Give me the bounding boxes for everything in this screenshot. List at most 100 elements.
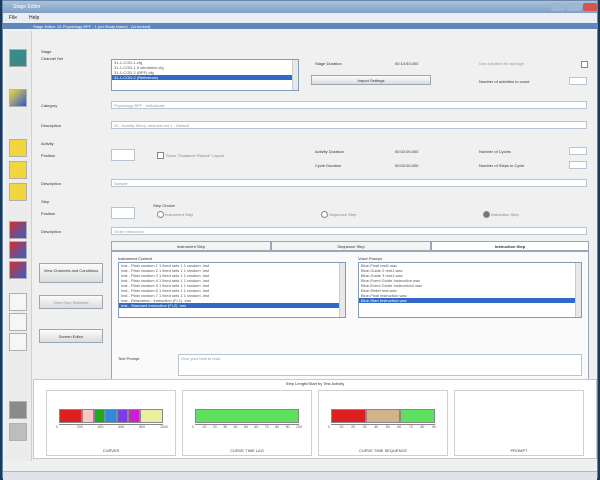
close-button[interactable] <box>583 3 597 11</box>
chart-box-1: 0 200 400 600 800 1000 CURVES <box>46 390 176 456</box>
stage-description-field[interactable]: 31 - Activity Sleep, stimulus set 1 - De… <box>111 121 587 129</box>
step-label: Step <box>41 199 50 204</box>
chart-tick-label: 0 <box>328 425 330 429</box>
stage-tool-button[interactable] <box>9 49 27 67</box>
chart-bar-segment <box>59 409 83 423</box>
step-description-field[interactable]: Order Instruction <box>111 227 587 235</box>
instrument-step-option: Instrument Step <box>165 212 194 217</box>
maximize-button[interactable] <box>567 3 581 11</box>
tab-sequence-step[interactable]: Sequence Step <box>271 241 431 251</box>
cycle-duration-label: Cycle Duration <box>315 163 342 168</box>
activity-label: Activity <box>41 141 54 146</box>
num-activities-field[interactable] <box>569 77 587 85</box>
instruction-step-radio[interactable] <box>483 211 490 218</box>
edit-tool-button[interactable] <box>9 89 27 107</box>
voice-list-scrollbar[interactable] <box>575 263 581 317</box>
paste-tool-button[interactable] <box>9 333 27 351</box>
use-activities-checkbox[interactable] <box>581 61 588 68</box>
window-title: Stage Editor <box>13 4 41 10</box>
chart-tick-label: 70 <box>408 425 413 429</box>
chart-bar-segment <box>116 409 129 423</box>
step-add-button[interactable] <box>9 221 27 239</box>
left-toolbar <box>5 31 32 461</box>
instrument-content-label: Instrument Content <box>118 256 153 261</box>
list-item[interactable]: Inst - Standard Instruction (Fi-2) .inst <box>119 303 345 308</box>
chart-box-2: 0 10 20 30 40 50 60 70 80 90 100 CURVE TIME LAG <box>182 390 312 456</box>
list-item[interactable]: 31-1-COD-2 (Reference) <box>112 75 298 80</box>
tab-instruction-step[interactable]: Instruction Step <box>431 241 589 251</box>
chart-bar-segment <box>105 409 117 423</box>
instruction-step-panel: Instrument Content Inst - Plain random 1… <box>111 251 589 391</box>
step-remove-button[interactable] <box>9 261 27 279</box>
tab-instrument-step[interactable]: Instrument Step <box>111 241 271 251</box>
view-step-statistics-button[interactable]: View Step Statistics <box>39 295 103 309</box>
chart-tick-label: 80 <box>420 425 425 429</box>
num-steps-label: Number of Steps in Cycle <box>479 163 525 168</box>
activity-position-stepper[interactable] <box>111 149 135 161</box>
step-position-stepper[interactable] <box>111 207 135 219</box>
activity-edit-button[interactable] <box>9 161 27 179</box>
chart-title: CURVE TIME SEQUENCE <box>358 448 408 453</box>
chart-tick-label: 10 <box>339 425 344 429</box>
num-activities-label: Number of activities to count <box>479 79 530 84</box>
activity-add-button[interactable] <box>9 139 27 157</box>
import-settings-button[interactable]: Import Settings <box>311 75 431 85</box>
chart-box-3: 0 10 20 30 40 50 60 70 80 90 CURVE TIME SEQUENCE <box>318 390 448 456</box>
step-description-label: Description <box>41 229 62 234</box>
instrument-step-radio[interactable] <box>157 211 164 218</box>
step-tab-strip: Instrument Step Sequence Step Instructio… <box>111 241 589 251</box>
chart-axis <box>331 424 435 425</box>
screen-editor-button[interactable]: Screen Editor <box>39 329 103 343</box>
chart-tick-label: 600 <box>118 425 125 429</box>
refresh-tool-button[interactable] <box>9 313 27 331</box>
step-length-charts: Step Length/Start by Test Activity 0 200 4… <box>33 379 597 459</box>
num-cycles-label: Number of Cycles <box>479 149 511 154</box>
menu-file[interactable]: File <box>9 15 17 21</box>
channel-set-list[interactable]: 31-1-COD-1.cfg 31-1-COD-1.5 stimlation.c… <box>111 59 299 91</box>
chart-tick-label: 70 <box>264 425 269 429</box>
category-field[interactable]: Physiology BPF - Individuals <box>111 101 587 109</box>
chart-tick-label: 50 <box>385 425 390 429</box>
chart-tick-label: 200 <box>76 425 83 429</box>
cycle-duration-value: 00:02:00.000 <box>395 163 419 168</box>
instrument-content-list[interactable]: Inst - Plain random 1 1 fixed sets 1 1 r… <box>118 262 346 318</box>
stage-label: Stage <box>41 49 52 54</box>
chart-tick-label: 90 <box>432 425 436 429</box>
show-layout-checkbox[interactable] <box>157 152 164 159</box>
activity-remove-button[interactable] <box>9 183 27 201</box>
chart-tick-label: 400 <box>97 425 104 429</box>
chart-tick-label: 60 <box>254 425 259 429</box>
sequence-step-radio[interactable] <box>321 211 328 218</box>
chart-tick-label: 30 <box>362 425 367 429</box>
charts-title: Step Length/Start by Test Activity <box>285 381 345 386</box>
instrument-list-scrollbar[interactable] <box>339 263 345 317</box>
instruction-step-option: Instruction Step <box>491 212 519 217</box>
num-steps-field[interactable] <box>569 161 587 169</box>
step-position-label: Position <box>41 211 56 216</box>
minimize-button[interactable] <box>551 3 565 11</box>
voice-prompt-list[interactable]: Blue-Final rest1.wav Blue-Guide 2 rest1.… <box>358 262 582 318</box>
menu-help[interactable]: Help <box>29 15 39 21</box>
list-item[interactable]: Blue-Start Instruction.wav <box>359 298 581 303</box>
chart-box-4: PROMPT <box>454 390 584 456</box>
chart-tick-label: 1000 <box>160 425 168 429</box>
channel-list-scrollbar[interactable] <box>292 60 298 90</box>
grid-tool-button[interactable] <box>9 423 27 441</box>
activity-description-field[interactable]: Sample <box>111 179 587 187</box>
chart-bar-segment <box>400 409 435 423</box>
monitor-tool-button[interactable] <box>9 401 27 419</box>
app-window: Stage Editor File Help Stage Editor: 31 … <box>2 0 598 480</box>
text-prompt-label: Text Prompt <box>118 356 140 361</box>
copy-tool-button[interactable] <box>9 293 27 311</box>
step-edit-button[interactable] <box>9 241 27 259</box>
stage-duration-label: Stage Duration <box>315 61 342 66</box>
text-prompt-field[interactable]: Give your best to read <box>178 354 582 376</box>
chart-tick-label: 10 <box>202 425 207 429</box>
chart-tick-label: 0 <box>56 425 58 429</box>
title-bar: Stage Editor <box>3 1 597 13</box>
num-cycles-field[interactable] <box>569 147 587 155</box>
view-channels-button[interactable]: View Channels and Conditions <box>39 263 103 283</box>
chart-axis <box>59 424 163 425</box>
step-choice-label: Step Choice <box>153 203 175 208</box>
status-bar <box>3 471 597 480</box>
